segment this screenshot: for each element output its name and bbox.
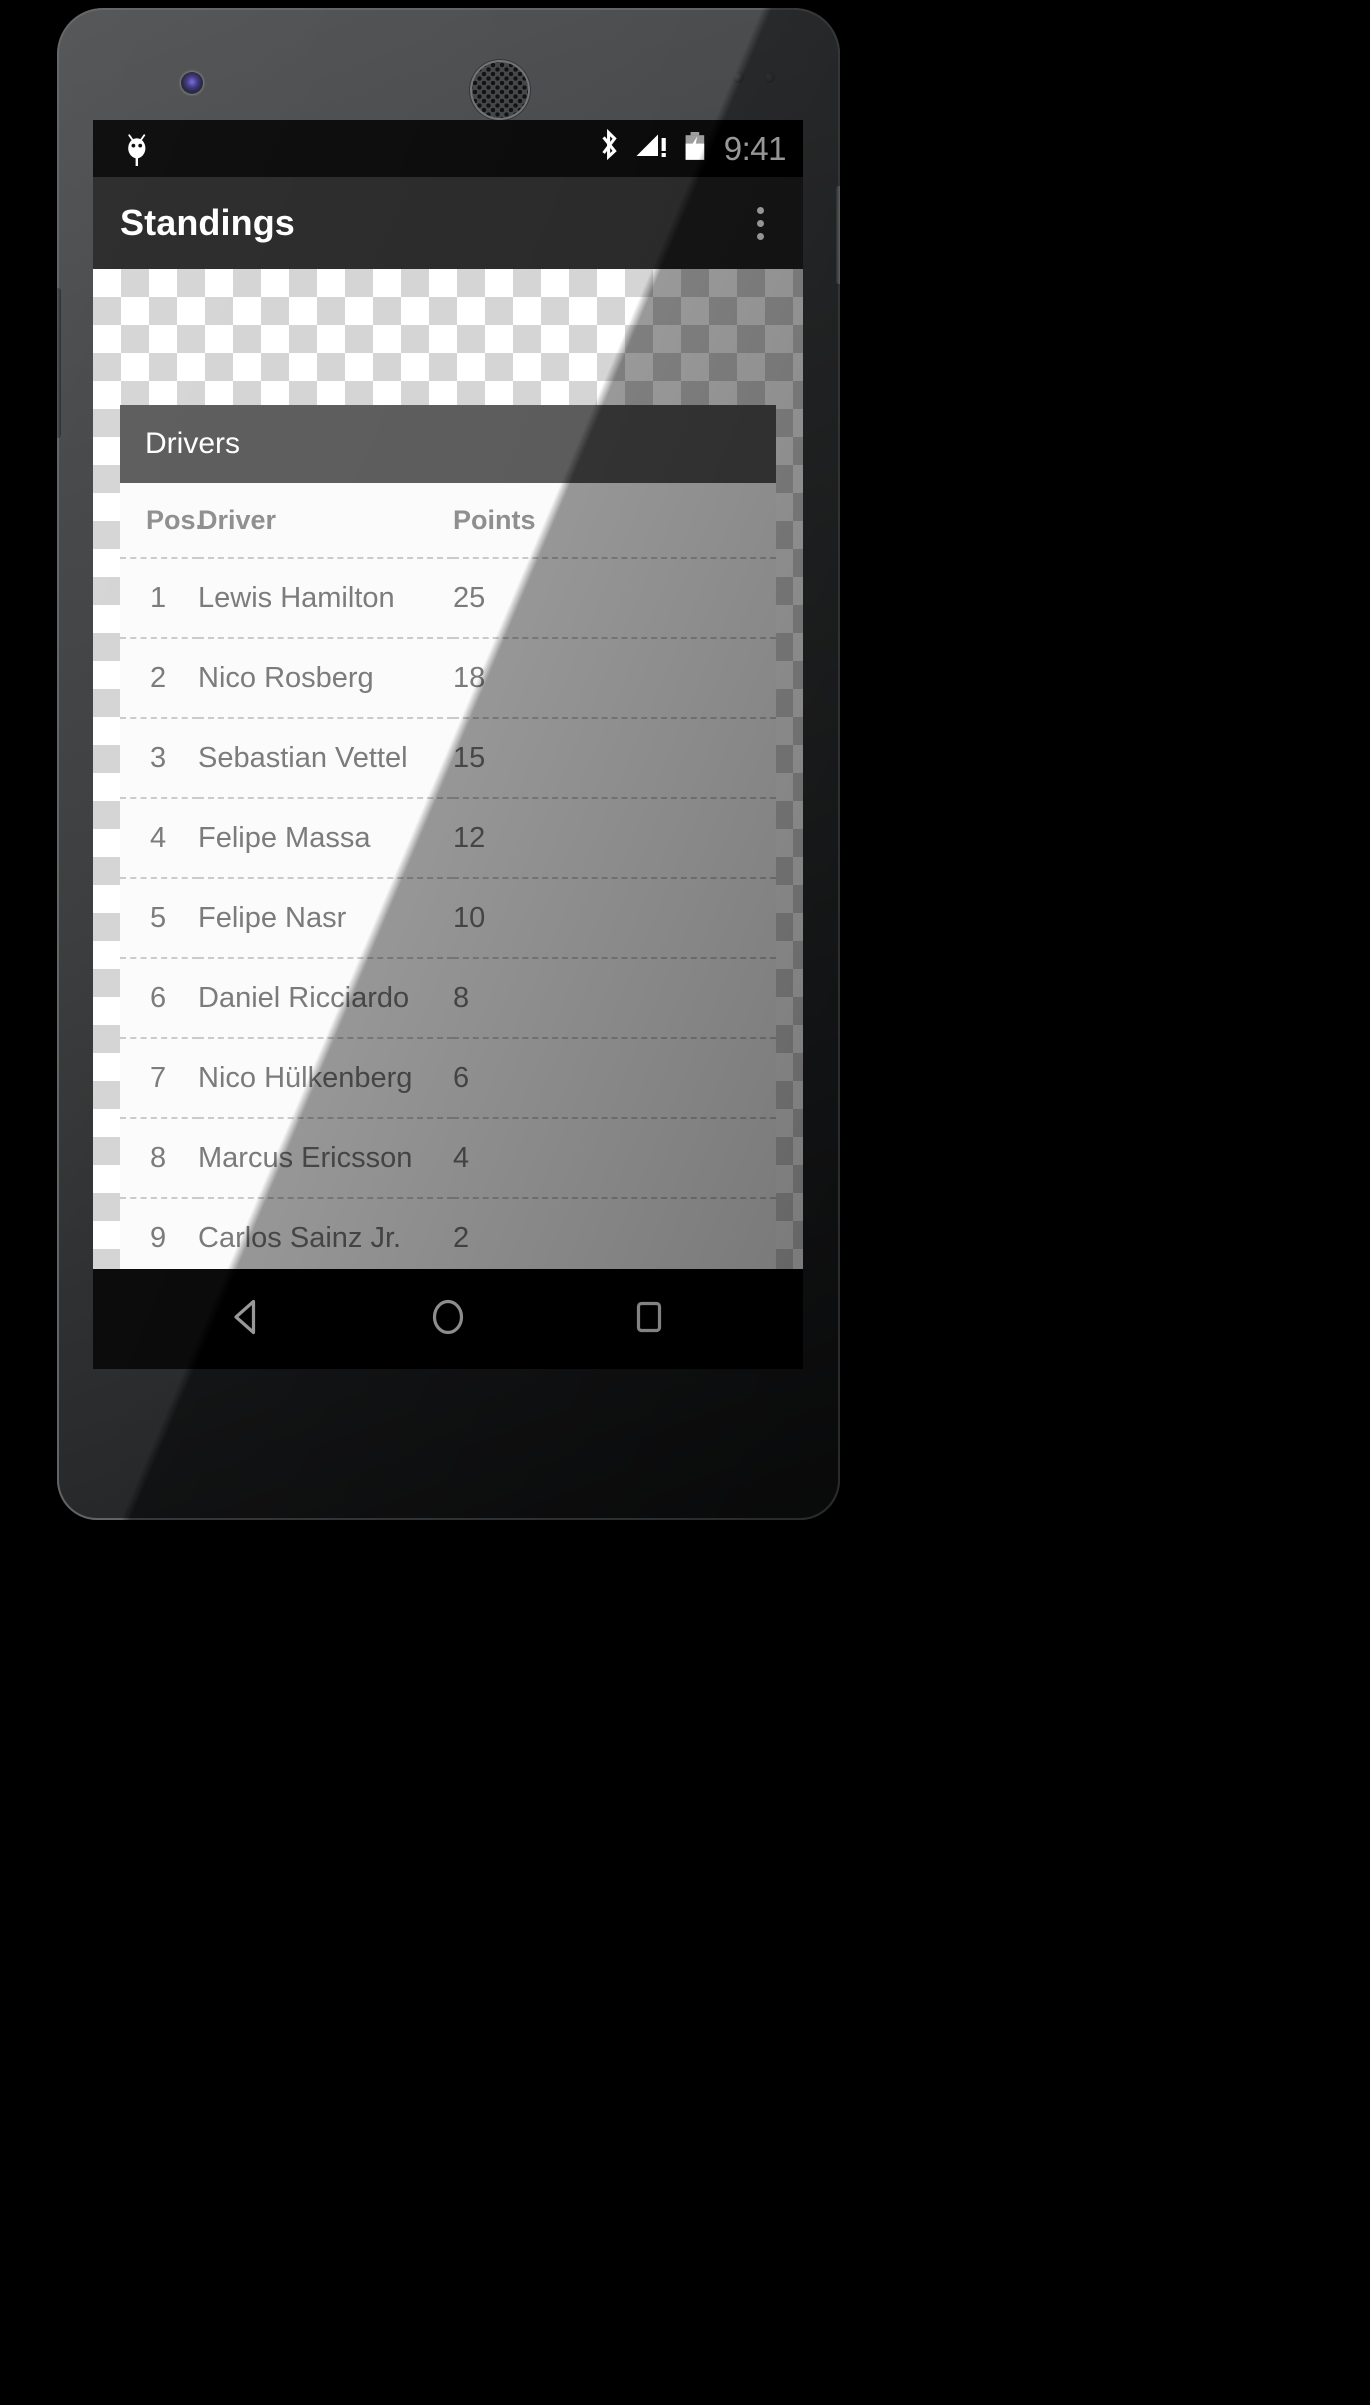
table-row[interactable]: 1 Lewis Hamilton 25 bbox=[120, 557, 776, 638]
front-camera-icon bbox=[181, 72, 203, 94]
column-header-driver: Driver bbox=[198, 504, 277, 535]
cell-points: 4 bbox=[453, 1117, 776, 1198]
device-bottom-bezel bbox=[57, 1369, 840, 1520]
cell-driver-name: Felipe Massa bbox=[198, 797, 453, 878]
cell-driver-name: Carlos Sainz Jr. bbox=[198, 1197, 453, 1269]
navigation-bar bbox=[93, 1269, 803, 1369]
home-button[interactable] bbox=[408, 1279, 488, 1359]
volume-button[interactable] bbox=[57, 288, 61, 438]
status-bar-icons: 9:41 bbox=[597, 128, 787, 168]
home-circle-icon bbox=[420, 1289, 476, 1350]
standings-table: Pos. Driver Points 1 Lewis Hamilton 25 2 Nic… bbox=[120, 483, 776, 1269]
cell-points: 6 bbox=[453, 1037, 776, 1118]
cell-position: 5 bbox=[120, 877, 198, 958]
back-button[interactable] bbox=[207, 1279, 287, 1359]
card-header-title: Drivers bbox=[145, 427, 240, 460]
cell-driver-name: Daniel Ricciardo bbox=[198, 957, 453, 1038]
table-body: 1 Lewis Hamilton 25 2 Nico Rosberg 18 3 Sebasti… bbox=[120, 557, 776, 1269]
back-triangle-icon bbox=[219, 1289, 275, 1350]
standings-card: Drivers Pos. Driver Points 1 Lewis Hamil… bbox=[120, 405, 776, 1269]
power-button[interactable] bbox=[836, 186, 840, 284]
cell-driver-name: Lewis Hamilton bbox=[198, 557, 453, 638]
table-header: Pos. Driver Points bbox=[120, 483, 776, 558]
table-row[interactable]: 7 Nico Hülkenberg 6 bbox=[120, 1037, 776, 1118]
phone-screen: 9:41 Standings Drivers Pos. Driver Point… bbox=[93, 120, 803, 1369]
cell-position: 4 bbox=[120, 797, 198, 878]
cell-position: 3 bbox=[120, 717, 198, 798]
phone-device-frame: 9:41 Standings Drivers Pos. Driver Point… bbox=[57, 8, 840, 1520]
column-header-points: Points bbox=[453, 504, 536, 535]
table-row[interactable]: 6 Daniel Ricciardo 8 bbox=[120, 957, 776, 1038]
cell-driver-name: Nico Hülkenberg bbox=[198, 1037, 453, 1118]
recents-button[interactable] bbox=[609, 1279, 689, 1359]
cell-points: 15 bbox=[453, 717, 776, 798]
bluetooth-icon bbox=[597, 128, 621, 168]
cell-driver-name: Sebastian Vettel bbox=[198, 717, 453, 798]
table-row[interactable]: 4 Felipe Massa 12 bbox=[120, 797, 776, 878]
cell-driver-name: Nico Rosberg bbox=[198, 637, 453, 718]
table-row[interactable]: 8 Marcus Ericsson 4 bbox=[120, 1117, 776, 1198]
status-bar-clock: 9:41 bbox=[723, 129, 787, 167]
earpiece-speaker-icon bbox=[472, 62, 528, 118]
card-header: Drivers bbox=[120, 405, 776, 483]
table-row[interactable]: 5 Felipe Nasr 10 bbox=[120, 877, 776, 958]
status-bar: 9:41 bbox=[93, 120, 803, 177]
table-row[interactable]: 3 Sebastian Vettel 15 bbox=[120, 717, 776, 798]
table-row[interactable]: 9 Carlos Sainz Jr. 2 bbox=[120, 1197, 776, 1269]
cell-points: 12 bbox=[453, 797, 776, 878]
device-top-bezel bbox=[57, 8, 840, 128]
app-bar: Standings bbox=[93, 177, 803, 269]
cell-points: 25 bbox=[453, 557, 776, 638]
cell-points: 18 bbox=[453, 637, 776, 718]
cell-position: 8 bbox=[120, 1117, 198, 1198]
recents-square-icon bbox=[621, 1289, 677, 1350]
page-title: Standings bbox=[120, 202, 295, 243]
overflow-menu-icon[interactable] bbox=[737, 194, 783, 252]
cellular-signal-no-service-icon bbox=[634, 129, 670, 168]
android-bugdroid-icon bbox=[122, 133, 152, 167]
proximity-sensor-icon bbox=[733, 72, 779, 84]
cell-position: 1 bbox=[120, 557, 198, 638]
cell-points: 2 bbox=[453, 1197, 776, 1269]
cell-position: 9 bbox=[120, 1197, 198, 1269]
cell-position: 2 bbox=[120, 637, 198, 718]
table-header-row: Pos. Driver Points bbox=[120, 483, 776, 558]
cell-driver-name: Felipe Nasr bbox=[198, 877, 453, 958]
table-row[interactable]: 2 Nico Rosberg 18 bbox=[120, 637, 776, 718]
cell-position: 6 bbox=[120, 957, 198, 1038]
column-header-pos: Pos. bbox=[146, 504, 204, 535]
battery-charging-icon bbox=[683, 129, 707, 168]
cell-driver-name: Marcus Ericsson bbox=[198, 1117, 453, 1198]
cell-position: 7 bbox=[120, 1037, 198, 1118]
content-area: Drivers Pos. Driver Points 1 Lewis Hamil… bbox=[93, 269, 803, 1269]
cell-points: 10 bbox=[453, 877, 776, 958]
cell-points: 8 bbox=[453, 957, 776, 1038]
